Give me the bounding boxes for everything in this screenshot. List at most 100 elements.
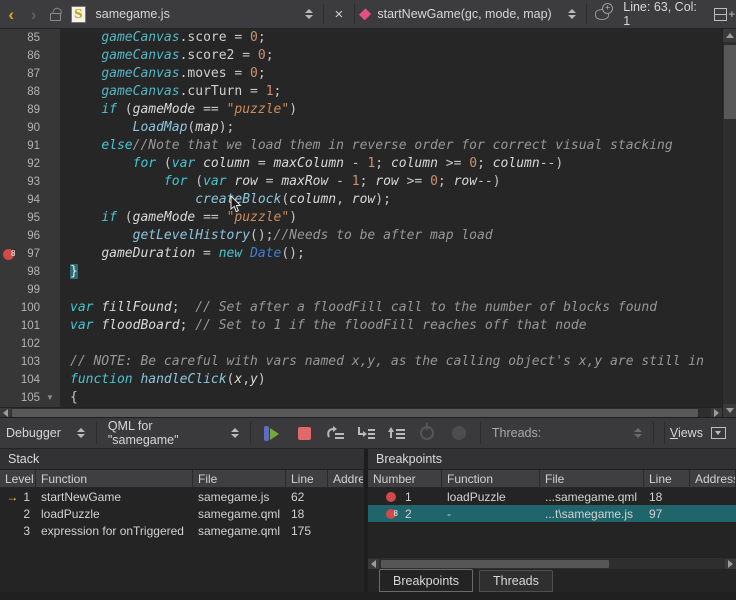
scroll-up-button[interactable]: [723, 29, 736, 42]
code-line-96[interactable]: 96 getLevelHistory();//Needs to be after…: [0, 227, 722, 245]
editor-vertical-scrollbar[interactable]: [722, 29, 736, 417]
column-header-line[interactable]: Line: [286, 470, 328, 487]
column-header-function[interactable]: Function: [36, 470, 193, 487]
code-line-104[interactable]: 104function handleClick(x,y): [0, 371, 722, 389]
debug-engine-combo[interactable]: QML for "samegame": [102, 419, 246, 447]
code-line-99[interactable]: 99: [0, 281, 722, 299]
stack-table-header[interactable]: LevelFunctionFileLineAddress: [0, 470, 364, 488]
code-line-94[interactable]: 94 createBlock(column, row);: [0, 191, 722, 209]
code-editor[interactable]: 85 gameCanvas.score = 0;86 gameCanvas.sc…: [0, 29, 722, 407]
breakpoint-row[interactable]: 1loadPuzzle...samegame.qml18: [368, 488, 736, 505]
code-line-101[interactable]: 101var floodBoard; // Set to 1 if the fl…: [0, 317, 722, 335]
gutter[interactable]: 100: [0, 299, 60, 317]
breakpoint-pending-icon[interactable]: [3, 249, 14, 260]
navigate-forward-button[interactable]: ›: [22, 2, 44, 26]
stack-row[interactable]: 3expression for onTriggeredsamegame.qml1…: [0, 522, 364, 539]
split-editor-button[interactable]: +: [714, 2, 736, 26]
navigate-back-button[interactable]: ‹: [0, 2, 22, 26]
code-line-86[interactable]: 86 gameCanvas.score2 = 0;: [0, 47, 722, 65]
gutter[interactable]: 94: [0, 191, 60, 209]
scroll-right-button[interactable]: [711, 408, 722, 417]
gutter[interactable]: 99: [0, 281, 60, 299]
code-line-92[interactable]: 92 for (var column = maxColumn - 1; colu…: [0, 155, 722, 173]
column-header-file[interactable]: File: [540, 470, 644, 487]
stack-pane-title: Stack: [0, 449, 364, 470]
breakpoints-horizontal-scrollbar[interactable]: [368, 557, 736, 569]
symbol-combo[interactable]: startNewGame(gc, mode, map): [371, 0, 582, 28]
column-header-file[interactable]: File: [193, 470, 286, 487]
continue-button[interactable]: [261, 421, 283, 445]
gutter[interactable]: 89: [0, 101, 60, 119]
code-line-105[interactable]: 105▼{: [0, 389, 722, 407]
threads-combo[interactable]: Threads:: [486, 419, 648, 447]
gutter[interactable]: 101: [0, 317, 60, 335]
debugger-perspective-combo[interactable]: Debugger: [0, 419, 91, 447]
code-line-85[interactable]: 85 gameCanvas.score = 0;: [0, 29, 722, 47]
column-header-number[interactable]: Number: [368, 470, 442, 487]
interrupt-button[interactable]: [448, 421, 470, 445]
column-header-function[interactable]: Function: [442, 470, 540, 487]
horizontal-scrollbar-thumb[interactable]: [12, 409, 698, 417]
gutter[interactable]: 87: [0, 65, 60, 83]
column-header-line[interactable]: Line: [644, 470, 690, 487]
open-document-combo[interactable]: samegame.js: [90, 0, 319, 28]
column-header-address[interactable]: Address: [328, 470, 364, 487]
gutter[interactable]: 104: [0, 371, 60, 389]
code-line-89[interactable]: 89 if (gameMode == "puzzle"): [0, 101, 722, 119]
gutter[interactable]: 103: [0, 353, 60, 371]
step-over-button[interactable]: [325, 421, 347, 445]
gutter[interactable]: 90: [0, 119, 60, 137]
stack-row[interactable]: 2loadPuzzlesamegame.qml18: [0, 505, 364, 522]
file-lock-button[interactable]: [45, 2, 67, 26]
annotation-button[interactable]: [591, 2, 613, 26]
code-line-90[interactable]: 90 LoadMap(map);: [0, 119, 722, 137]
stack-row[interactable]: →1startNewGamesamegame.js62: [0, 488, 364, 505]
code-line-88[interactable]: 88 gameCanvas.curTurn = 1;: [0, 83, 722, 101]
code-line-100[interactable]: 100var fillFound; // Set after a floodFi…: [0, 299, 722, 317]
tab-threads[interactable]: Threads: [479, 570, 553, 592]
gutter[interactable]: 98: [0, 263, 60, 281]
record-icon: [452, 426, 466, 440]
stop-button[interactable]: [293, 421, 315, 445]
scroll-right-button[interactable]: [725, 559, 736, 569]
gutter[interactable]: 95: [0, 209, 60, 227]
code-line-103[interactable]: 103// NOTE: Be careful with vars named x…: [0, 353, 722, 371]
gutter[interactable]: 105▼: [0, 389, 60, 407]
code-text: var fillFound; // Set after a floodFill …: [60, 299, 722, 317]
column-header-level[interactable]: Level: [0, 470, 36, 487]
step-into-button[interactable]: [355, 421, 377, 445]
tab-breakpoints[interactable]: Breakpoints: [379, 569, 473, 592]
scroll-left-button[interactable]: [0, 408, 11, 417]
breakpoint-row[interactable]: 2-...t\samegame.js97: [368, 505, 736, 522]
column-header-address[interactable]: Address: [690, 470, 736, 487]
gutter[interactable]: 102: [0, 335, 60, 353]
gutter[interactable]: 85: [0, 29, 60, 47]
gutter[interactable]: 92: [0, 155, 60, 173]
code-line-95[interactable]: 95 if (gameMode == "puzzle"): [0, 209, 722, 227]
code-line-97[interactable]: 97 gameDuration = new Date();: [0, 245, 722, 263]
gutter[interactable]: 93: [0, 173, 60, 191]
scroll-down-button[interactable]: [723, 404, 736, 417]
fold-marker-icon[interactable]: ▼: [40, 389, 60, 407]
editor-horizontal-scrollbar[interactable]: [0, 407, 722, 417]
code-line-98[interactable]: 98}: [0, 263, 722, 281]
gutter[interactable]: 97: [0, 245, 60, 263]
step-out-button[interactable]: [385, 421, 407, 445]
code-line-93[interactable]: 93 for (var row = maxRow - 1; row >= 0; …: [0, 173, 722, 191]
code-line-102[interactable]: 102: [0, 335, 722, 353]
gutter[interactable]: 91: [0, 137, 60, 155]
gutter[interactable]: 86: [0, 47, 60, 65]
gutter[interactable]: 96: [0, 227, 60, 245]
gutter[interactable]: 88: [0, 83, 60, 101]
vertical-scrollbar-thumb[interactable]: [724, 45, 736, 119]
breakpoints-table-header[interactable]: NumberFunctionFileLineAddress: [368, 470, 736, 488]
close-document-button[interactable]: ×: [328, 2, 350, 26]
updown-spinner-icon: [568, 9, 576, 19]
code-line-91[interactable]: 91 else//Note that we load them in rever…: [0, 137, 722, 155]
scroll-left-button[interactable]: [368, 559, 379, 569]
code-line-87[interactable]: 87 gameCanvas.moves = 0;: [0, 65, 722, 83]
restart-button[interactable]: [416, 421, 438, 445]
horizontal-scrollbar-thumb[interactable]: [381, 560, 609, 568]
line-number: 98: [16, 263, 40, 281]
views-menu-button[interactable]: Views: [670, 426, 726, 440]
